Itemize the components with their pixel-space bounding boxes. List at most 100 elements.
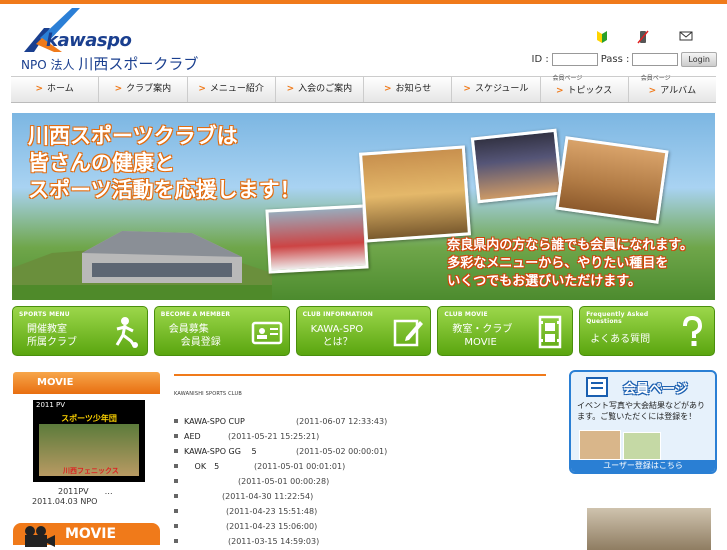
news-item[interactable]: (2011-05-01 00:00:28) <box>174 475 546 490</box>
banner-jp-line: 所属クラブ <box>27 337 77 348</box>
news-item[interactable]: KAWA-SPO CUP (2011-06-07 12:33:43) <box>174 415 546 430</box>
nav-news[interactable]: > お知らせ <box>364 77 453 102</box>
nav-label: 入会のご案内 <box>298 84 353 94</box>
nav-join[interactable]: > 入会のご案内 <box>276 77 364 102</box>
video-camera-icon <box>25 526 55 547</box>
feature-banners: SPORTS MENU 開催教室所属クラブ BECOME A MEMBER 会員… <box>12 306 715 356</box>
banner-club-info[interactable]: CLUB INFORMATION KAWA-SPO とは？ <box>295 306 432 356</box>
banner-en: SPORTS MENU <box>19 311 70 318</box>
site-logo[interactable]: kawaspo NPO 法人 川西スポークラブ <box>20 8 198 73</box>
chevron-right-icon: > <box>35 84 44 94</box>
news-item[interactable]: (2011-04-23 15:06:00) <box>174 520 546 535</box>
news-item[interactable]: AED (2011-05-21 15:25:21) <box>174 430 546 445</box>
bullet-icon <box>174 524 178 528</box>
member-title: 会員ページ <box>623 382 688 397</box>
banner-faq[interactable]: Frequently Asked Questions よくある質問 <box>579 306 715 356</box>
news-title: OK 5 <box>184 462 220 471</box>
mail-icon[interactable] <box>679 30 693 42</box>
video-player[interactable]: 2011 PV スポーツ少年団 川西フェニックス <box>33 400 145 482</box>
banner-jp: よくある質問 <box>590 333 650 346</box>
news-date: (2011-04-30 11:22:54) <box>222 492 314 501</box>
news-item[interactable]: (2011-03-15 14:59:03) <box>174 535 546 550</box>
nav-home[interactable]: > ホーム <box>11 77 100 102</box>
member-page-banner[interactable]: 会員ページ イベント写真や大会結果などがあります。ご覧いただくには登録を！ ユー… <box>569 370 717 474</box>
bullet-icon <box>174 509 178 513</box>
news-title: KAWA-SPO GG 5 <box>184 447 257 456</box>
beginner-mark-icon[interactable] <box>596 30 608 44</box>
news-date: (2011-04-23 15:51:48) <box>226 507 318 516</box>
pass-input[interactable] <box>632 53 679 66</box>
movie-heading: MOVIE <box>13 372 160 394</box>
news-date: (2011-05-01 00:00:28) <box>238 477 330 486</box>
nav-menu[interactable]: > メニュー紹介 <box>188 77 276 102</box>
nav-label: メニュー紹介 <box>209 84 264 94</box>
video-meta-label: 2011PV <box>58 487 89 496</box>
banner-en: CLUB INFORMATION <box>302 311 374 318</box>
banner-jp-line: KAWA-SPO <box>310 324 364 335</box>
hero-headline-line: 皆さんの健康と <box>28 151 175 175</box>
member-description: イベント写真や大会結果などがあります。ご覧いただくには登録を！ <box>577 401 705 421</box>
news-item[interactable]: (2011-04-30 11:22:54) <box>174 490 546 505</box>
bullet-icon <box>174 419 178 423</box>
login-button[interactable]: Login <box>681 52 717 67</box>
banner-club-movie[interactable]: CLUB MOVIE 教室・クラブ MOVIE <box>437 306 574 356</box>
hero-subline: 奈良県内の方なら誰でも会員になれます。 多彩なメニューから、やりたい種目を いく… <box>447 237 693 291</box>
top-accent-bar <box>0 0 727 4</box>
banner-jp-line: MOVIE <box>464 337 497 348</box>
news-date: (2011-03-15 14:59:03) <box>228 537 320 546</box>
video-meta: 2011PV … <box>58 486 113 497</box>
banner-jp: 教室・クラブ MOVIE <box>452 323 512 349</box>
banner-jp-line: とは？ <box>322 337 353 348</box>
movie-banner-label: MOVIE <box>65 526 117 542</box>
no-phone-icon[interactable] <box>637 30 649 44</box>
nav-schedule[interactable]: > スケジュール <box>452 77 541 102</box>
banner-sports-menu[interactable]: SPORTS MENU 開催教室所属クラブ <box>12 306 148 356</box>
banner-en: Frequently Asked Questions <box>586 311 649 325</box>
news-date: (2011-05-21 15:25:21) <box>228 432 320 441</box>
nav-sub-label: 会員ページ <box>552 75 583 82</box>
bullet-icon <box>174 494 178 498</box>
sports-center-building-image <box>12 231 272 300</box>
member-photo <box>579 430 621 460</box>
chevron-right-icon: > <box>648 86 657 96</box>
team-photo <box>265 204 369 274</box>
news-list: KAWA-SPO CUP (2011-06-07 12:33:43) AED (20… <box>174 415 546 550</box>
hero-banner: 川西スポーツクラブは 皆さんの健康と スポーツ活動を応援します！ 奈良県内の方な… <box>12 113 715 300</box>
nav-topics[interactable]: 会員ページ > トピックス <box>541 75 629 102</box>
user-register-link[interactable]: ユーザー登録はこちら <box>571 460 715 472</box>
hero-subline-line: 奈良県内の方なら誰でも会員になれます。 <box>447 238 693 253</box>
org-name: NPO 法人 川西スポークラブ <box>21 53 198 74</box>
banner-jp-line: 教室・クラブ <box>452 324 513 335</box>
news-date: (2011-06-07 12:33:43) <box>296 417 388 426</box>
nav-album[interactable]: 会員ページ > アルバム <box>629 75 716 102</box>
nav-sub-label: 会員ページ <box>640 75 671 82</box>
brand-name: kawaspo <box>46 30 132 51</box>
bullet-icon <box>174 539 178 543</box>
member-card-icon <box>251 321 282 345</box>
movie-banner[interactable]: MOVIE <box>13 523 160 547</box>
banner-en: BECOME A MEMBER <box>160 311 231 318</box>
banner-en: CLUB MOVIE <box>444 311 488 318</box>
hero-subline-line: いくつでもお選びいただけます。 <box>447 274 641 289</box>
video-caption: スポーツ少年団 <box>61 414 117 423</box>
bullet-icon <box>174 434 178 438</box>
news-item[interactable]: KAWA-SPO GG 5 (2011-05-02 00:00:01) <box>174 445 546 460</box>
news-item[interactable]: OK 5 (2011-05-01 00:01:01) <box>174 460 546 475</box>
video-date: 2011.04.03 NPO <box>32 497 98 506</box>
banner-become-member[interactable]: BECOME A MEMBER 会員募集 会員登録 <box>153 306 290 356</box>
news-kicker: KAWANISHI SPORTS CLUB <box>174 391 243 397</box>
banner-jp-line: 会員募集 <box>168 324 209 335</box>
nav-label: アルバム <box>660 86 697 96</box>
soccer-player-icon <box>115 317 138 348</box>
news-item[interactable]: (2011-04-23 15:51:48) <box>174 505 546 520</box>
kids-photo <box>358 145 472 243</box>
bullet-icon <box>174 449 178 453</box>
movie-sidebar: MOVIE 2011 PV スポーツ少年団 川西フェニックス 2011PV … … <box>13 372 160 547</box>
bullet-icon <box>174 479 178 483</box>
member-book-icon <box>586 377 608 397</box>
nav-club-guide[interactable]: > クラブ案内 <box>99 77 188 102</box>
id-input[interactable] <box>551 53 598 66</box>
nav-label: ホーム <box>47 84 74 94</box>
banner-jp-line: 開催教室 <box>27 324 67 335</box>
news-rule <box>174 374 546 376</box>
